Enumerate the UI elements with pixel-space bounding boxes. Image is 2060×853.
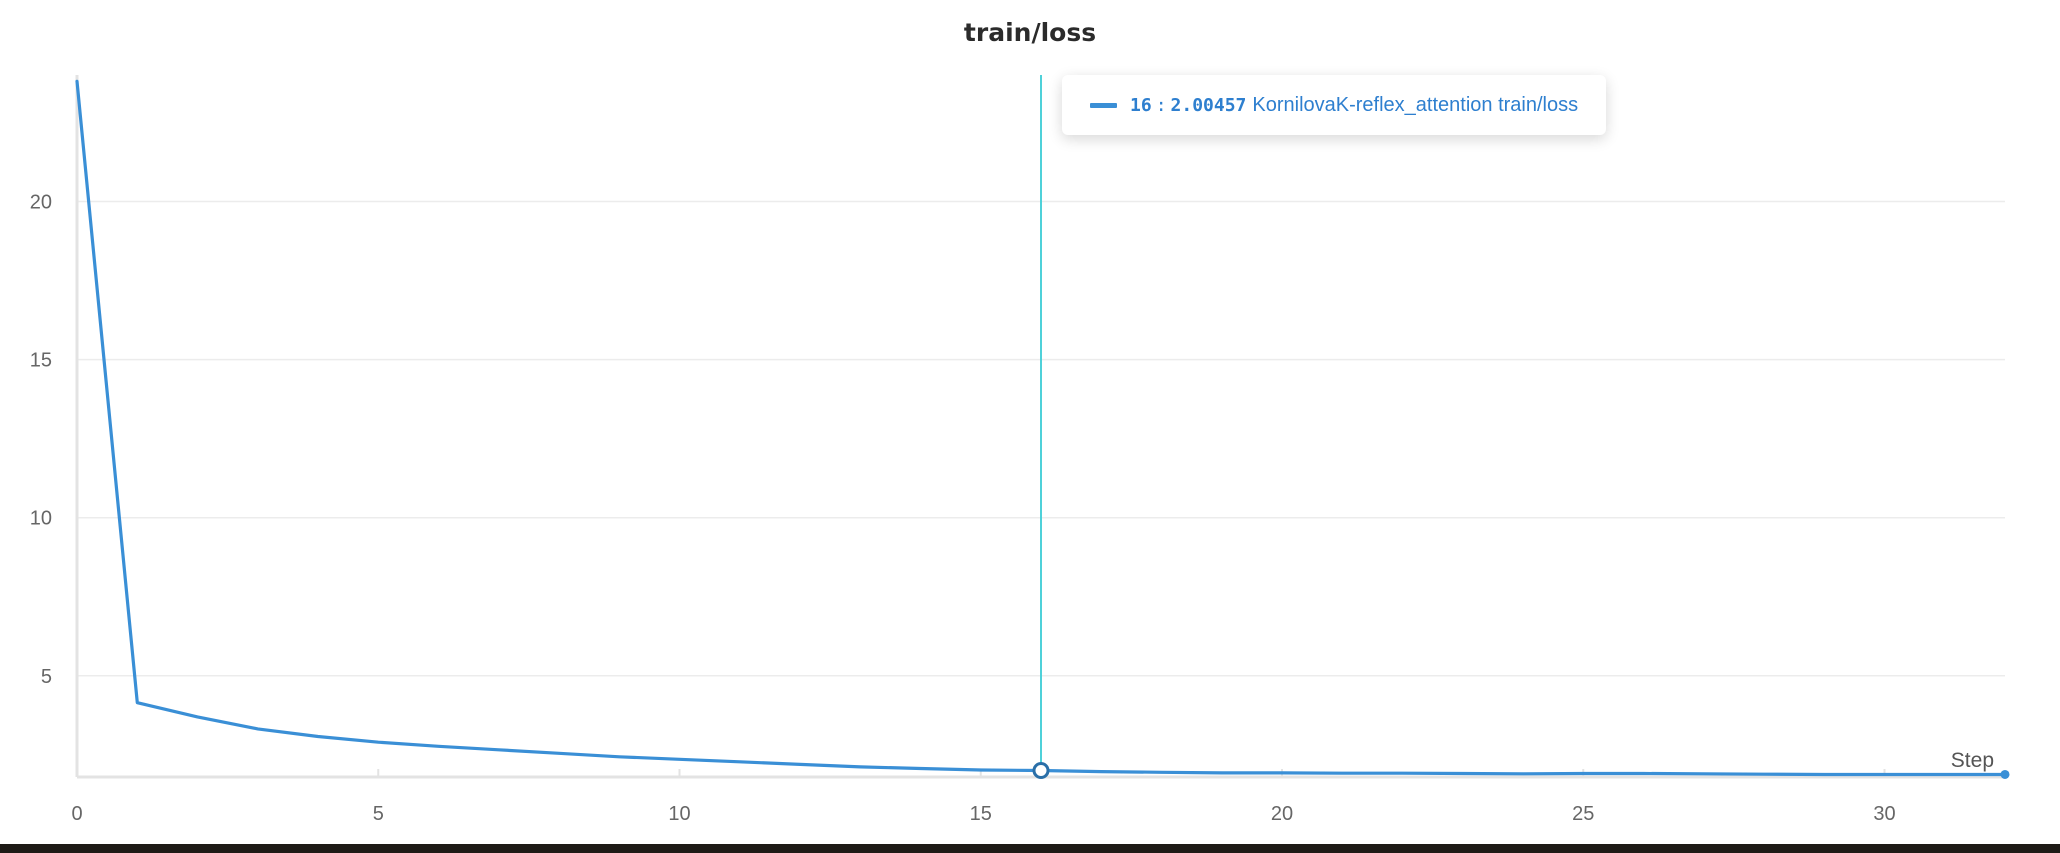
window-bottom-edge <box>0 844 2060 853</box>
hover-tooltip: 16 : 2.00457 KornilovaK-reflex_attention… <box>1062 75 1606 135</box>
y-tick-label: 10 <box>30 508 52 530</box>
y-tick-label: 15 <box>30 350 52 372</box>
x-tick-label: 5 <box>373 803 384 825</box>
hover-point-marker <box>1032 762 1050 780</box>
x-tick-label: 30 <box>1873 803 1895 825</box>
x-axis-label: Step <box>1951 749 1994 772</box>
tooltip-series-name: KornilovaK-reflex_attention train/loss <box>1252 93 1579 116</box>
x-tick-label: 25 <box>1572 803 1594 825</box>
tooltip-separator: : <box>1155 94 1167 116</box>
x-tick-label: 10 <box>668 803 690 825</box>
tooltip-step: 16 <box>1130 94 1152 116</box>
y-tick-label: 5 <box>41 666 52 688</box>
x-tick-label: 20 <box>1271 803 1293 825</box>
line-chart[interactable]: 5 10 15 20 0 5 10 15 20 25 30 Step <box>0 0 2060 853</box>
x-tick-label: 0 <box>71 803 82 825</box>
tooltip-value: 2.00457 <box>1170 94 1247 116</box>
x-tick-label: 15 <box>970 803 992 825</box>
series-end-point <box>2000 769 2010 779</box>
y-tick-label: 20 <box>30 191 52 213</box>
series-color-swatch <box>1090 102 1117 108</box>
